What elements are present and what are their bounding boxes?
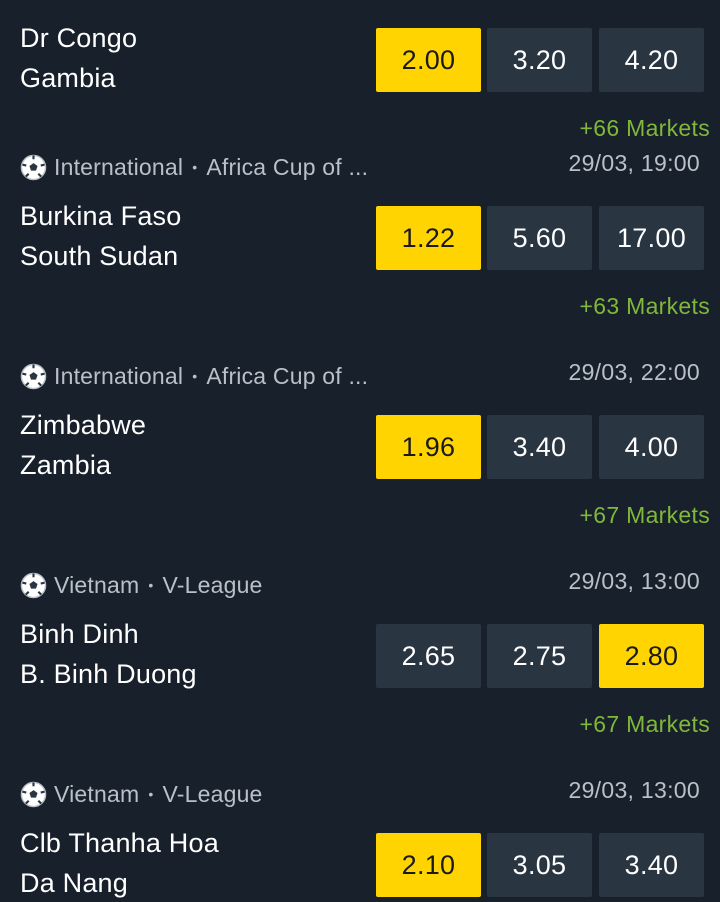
home-team: Clb Thanha Hoa	[20, 828, 219, 858]
match-league: International • Africa Cup of ...	[20, 152, 368, 182]
match-card[interactable]: Vietnam • V-League 29/03, 13:00 Binh Din…	[0, 418, 720, 737]
soccer-ball-icon	[20, 154, 47, 180]
soccer-ball-icon	[20, 572, 47, 598]
odd-draw-button[interactable]: 3.05	[487, 833, 592, 897]
match-competition: Africa Cup of ...	[206, 153, 369, 180]
match-datetime: 29/03, 22:00	[568, 359, 700, 385]
separator-dot: •	[192, 159, 198, 175]
odd-home-button[interactable]: 2.10	[376, 833, 481, 897]
away-team: Da Nang	[20, 868, 128, 898]
match-country: International	[54, 153, 184, 180]
match-country: Vietnam	[54, 780, 140, 807]
match-feed: Dr Congo Gambia 2.00 3.20 4.20 +66 Marke…	[0, 0, 720, 902]
match-country: International	[54, 362, 184, 389]
odd-away-button[interactable]: 3.40	[599, 833, 704, 897]
match-competition: V-League	[162, 780, 263, 807]
match-country: Vietnam	[54, 571, 140, 598]
match-competition: V-League	[162, 571, 263, 598]
separator-dot: •	[148, 786, 154, 802]
match-card[interactable]: Vietnam • V-League 29/03, 13:00 Clb Than…	[0, 627, 720, 898]
match-league: Vietnam • V-League	[20, 779, 263, 809]
match-datetime: 29/03, 13:00	[568, 777, 700, 803]
match-league: International • Africa Cup of ...	[20, 361, 368, 391]
match-card[interactable]: International • Africa Cup of ... 29/03,…	[0, 209, 720, 528]
match-datetime: 29/03, 19:00	[568, 150, 700, 176]
match-league: Vietnam • V-League	[20, 570, 263, 600]
match-datetime: 29/03, 13:00	[568, 568, 700, 594]
soccer-ball-icon	[20, 781, 47, 807]
separator-dot: •	[192, 368, 198, 384]
soccer-ball-icon	[20, 363, 47, 389]
separator-dot: •	[148, 577, 154, 593]
match-card[interactable]: International • Africa Cup of ... 29/03,…	[0, 0, 720, 319]
match-competition: Africa Cup of ...	[206, 362, 369, 389]
